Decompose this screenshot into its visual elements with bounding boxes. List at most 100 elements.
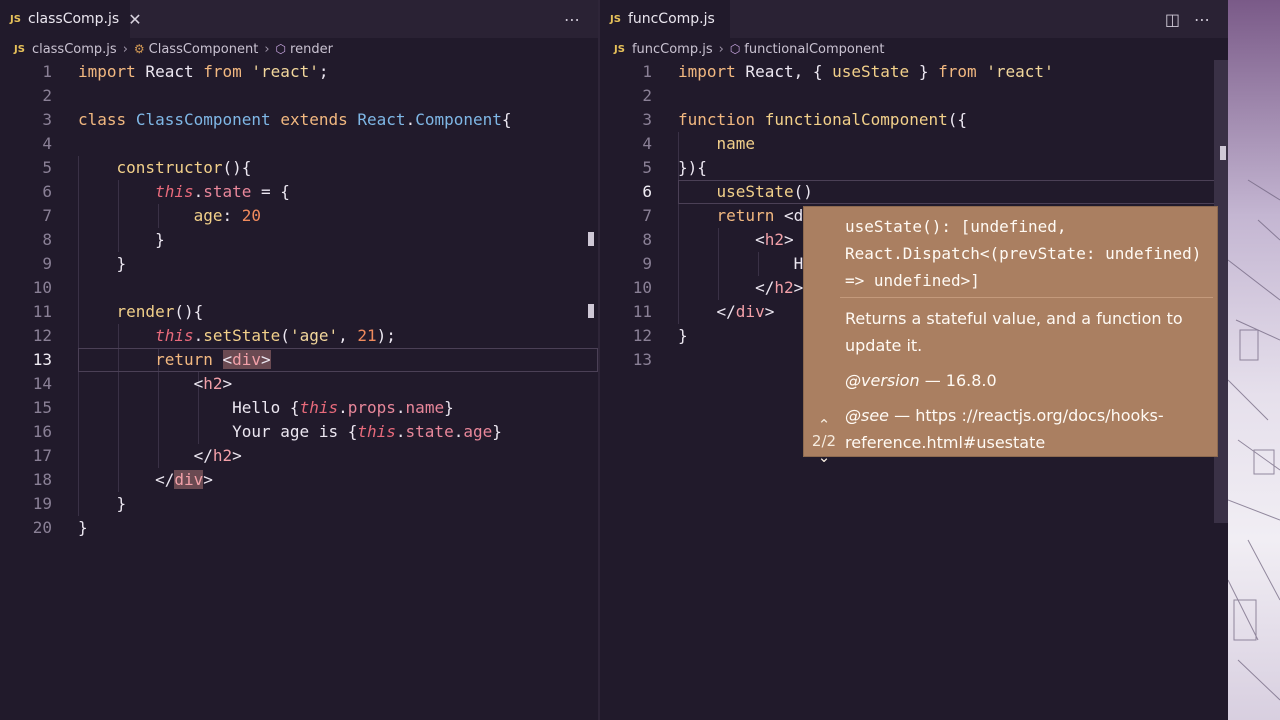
code-line[interactable]: 8 } xyxy=(0,228,598,252)
code-token: age xyxy=(463,422,493,441)
code-token: 'react' xyxy=(251,62,319,81)
code-line[interactable]: 6 useState() xyxy=(600,180,1228,204)
code-line[interactable]: 19 } xyxy=(0,492,598,516)
tab-funccomp[interactable]: JS funcComp.js xyxy=(600,0,730,38)
code-area[interactable]: 1 import React from 'react'; 2 3 class Class… xyxy=(0,60,598,720)
code-text: } xyxy=(78,516,88,540)
see-link[interactable]: — https ://reactjs.org/docs/hooks- xyxy=(894,406,1164,425)
breadcrumb-file[interactable]: classComp.js xyxy=(32,42,117,57)
code-token: , xyxy=(338,326,358,345)
line-number: 11 xyxy=(32,302,52,321)
code-line[interactable]: 18 </div> xyxy=(0,468,598,492)
js-file-icon: JS xyxy=(14,43,25,55)
chevron-down-icon[interactable]: ⌄ xyxy=(806,449,842,465)
code-token: this xyxy=(357,422,396,441)
code-text: </h2> xyxy=(78,444,242,468)
code-token: props xyxy=(347,398,396,417)
more-actions-icon[interactable]: ⋯ xyxy=(564,10,580,29)
code-line[interactable]: 1 import React from 'react'; xyxy=(0,60,598,84)
code-token: useState xyxy=(716,182,794,201)
split-editor-icon[interactable]: ◫ xyxy=(1165,10,1180,29)
line-number: 12 xyxy=(632,326,652,345)
code-line[interactable]: 15 Hello {this.props.name} xyxy=(0,396,598,420)
left-tab-bar: JS classComp.js ✕ ⋯ xyxy=(0,0,598,38)
code-token: div xyxy=(174,470,204,489)
code-line[interactable]: 4 xyxy=(0,132,598,156)
code-token: > xyxy=(764,302,775,321)
code-line[interactable]: 10 xyxy=(0,276,598,300)
hover-signature: useState(): [undefined, React.Dispatch<(… xyxy=(845,213,1217,294)
breadcrumb-function[interactable]: functionalComponent xyxy=(744,42,884,57)
code-line[interactable]: 1 import React, { useState } from 'react' xyxy=(600,60,1228,84)
code-token: > xyxy=(793,278,804,297)
code-line[interactable]: 20} xyxy=(0,516,598,540)
chevron-up-icon[interactable]: ⌃ xyxy=(806,417,842,433)
code-token: ClassComponent xyxy=(135,110,271,129)
code-line[interactable]: 4 name xyxy=(600,132,1228,156)
code-line[interactable]: 17 </h2> xyxy=(0,444,598,468)
code-line[interactable]: 12 this.setState('age', 21); xyxy=(0,324,598,348)
code-line[interactable]: 3 function functionalComponent({ xyxy=(600,108,1228,132)
code-line[interactable]: 11 render(){ xyxy=(0,300,598,324)
breadcrumb: JS classComp.js › ⚙ ClassComponent › ⬡ r… xyxy=(0,38,598,60)
code-token: useState xyxy=(832,62,910,81)
scroll-marker xyxy=(588,232,594,246)
code-token: > xyxy=(783,230,794,249)
breadcrumb-method[interactable]: render xyxy=(290,42,333,57)
see-link[interactable]: reference.html#usestate xyxy=(845,433,1045,452)
line-number: 3 xyxy=(42,110,52,129)
code-line[interactable]: 2 xyxy=(0,84,598,108)
breadcrumb-class[interactable]: ClassComponent xyxy=(149,42,259,57)
tab-classcomp[interactable]: JS classComp.js ✕ xyxy=(0,0,142,38)
code-token: </ xyxy=(78,446,213,465)
code-line[interactable]: 7 age: 20 xyxy=(0,204,598,228)
line-number: 4 xyxy=(642,134,652,153)
code-token: ); xyxy=(376,326,396,345)
code-token: React, { xyxy=(735,62,833,81)
line-number: 2 xyxy=(642,86,652,105)
code-text: class ClassComponent extends React.Compo… xyxy=(78,108,512,132)
code-line[interactable]: 5}){ xyxy=(600,156,1228,180)
line-number: 7 xyxy=(42,206,52,225)
line-number: 10 xyxy=(632,278,652,297)
code-line[interactable]: 6 this.state = { xyxy=(0,180,598,204)
code-text: }){ xyxy=(678,156,707,180)
code-line[interactable]: 13 return <div> xyxy=(0,348,598,372)
line-number: 8 xyxy=(42,230,52,249)
tab-filename: classComp.js xyxy=(27,11,120,27)
code-line[interactable]: 2 xyxy=(600,84,1228,108)
version-value: — 16.8.0 xyxy=(924,371,997,390)
overload-count: 2/2 xyxy=(811,432,837,450)
code-token: h2 xyxy=(212,446,233,465)
code-token: . xyxy=(453,422,464,441)
code-token: } xyxy=(909,62,939,81)
code-token: constructor xyxy=(116,158,223,177)
more-actions-icon[interactable]: ⋯ xyxy=(1194,10,1210,29)
chevron-right-icon: › xyxy=(718,41,724,57)
code-token: state xyxy=(203,182,252,201)
code-text: } xyxy=(78,252,127,276)
code-line[interactable]: 16 Your age is {this.state.age} xyxy=(0,420,598,444)
code-text: </h2> xyxy=(678,276,803,300)
line-number: 11 xyxy=(632,302,652,321)
code-line[interactable]: 5 constructor(){ xyxy=(0,156,598,180)
code-text: H xyxy=(678,252,804,276)
code-token: div xyxy=(232,350,262,369)
code-token: 'age' xyxy=(289,326,339,345)
code-token: Component xyxy=(415,110,502,129)
close-icon[interactable]: ✕ xyxy=(128,10,141,29)
line-number: 19 xyxy=(32,494,52,513)
chevron-right-icon: › xyxy=(264,41,270,57)
code-text: <h2> xyxy=(678,228,794,252)
breadcrumb-file[interactable]: funcComp.js xyxy=(632,42,713,57)
tab-filename: funcComp.js xyxy=(627,11,715,27)
code-line[interactable]: 9 } xyxy=(0,252,598,276)
code-line[interactable]: 3 class ClassComponent extends React.Comp… xyxy=(0,108,598,132)
code-line[interactable]: 14 <h2> xyxy=(0,372,598,396)
code-token: (){ xyxy=(174,302,204,321)
